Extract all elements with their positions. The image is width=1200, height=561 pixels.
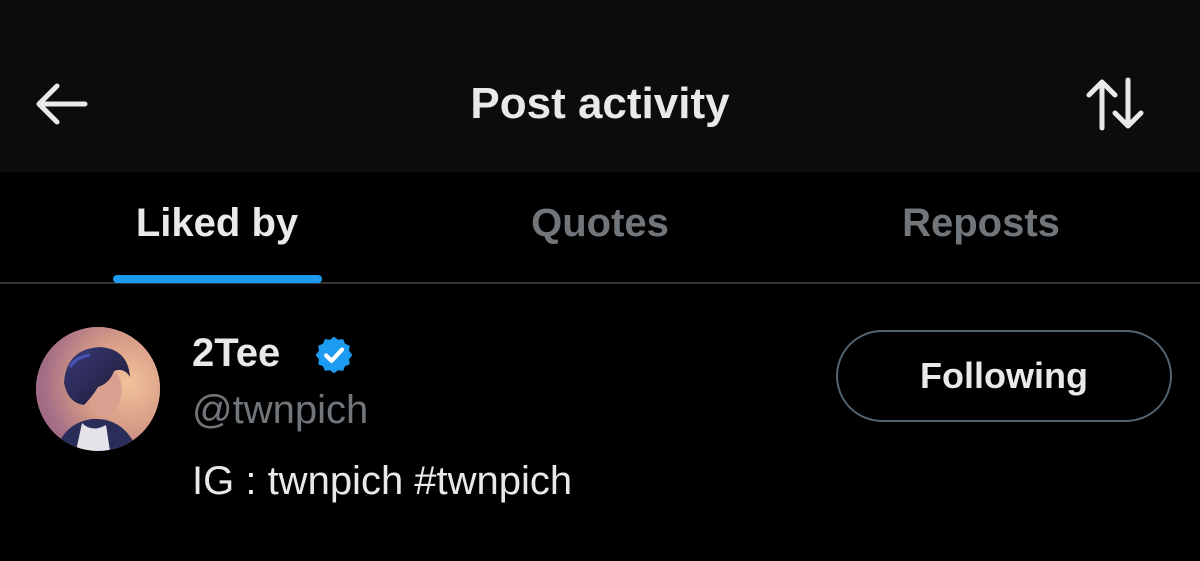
tab-label: Reposts [902,201,1060,245]
tab-label: Quotes [531,201,669,245]
arrow-left-icon [36,83,88,125]
page-title: Post activity [470,79,730,128]
avatar-image [36,327,160,451]
following-button[interactable]: Following [836,330,1172,422]
tab-label: Liked by [135,201,299,245]
user-list-item[interactable]: 2Tee @twnpich IG : twnpich #twnpich Foll… [0,284,1200,561]
user-display-name[interactable]: 2Tee [192,328,280,378]
avatar[interactable] [36,327,160,451]
active-tab-indicator [113,275,322,283]
activity-tabs: Liked by Quotes Reposts [0,172,1200,284]
tab-liked-by[interactable]: Liked by [17,172,417,282]
user-bio: IG : twnpich #twnpich [192,459,573,503]
back-button[interactable] [30,76,92,132]
tab-quotes[interactable]: Quotes [400,172,800,282]
user-handle[interactable]: @twnpich [192,385,368,435]
sort-arrows-icon [1086,77,1144,131]
verified-badge-icon [315,336,353,374]
tab-reposts[interactable]: Reposts [781,172,1181,282]
top-bar: Post activity [0,0,1200,172]
sort-button[interactable] [1080,72,1152,136]
